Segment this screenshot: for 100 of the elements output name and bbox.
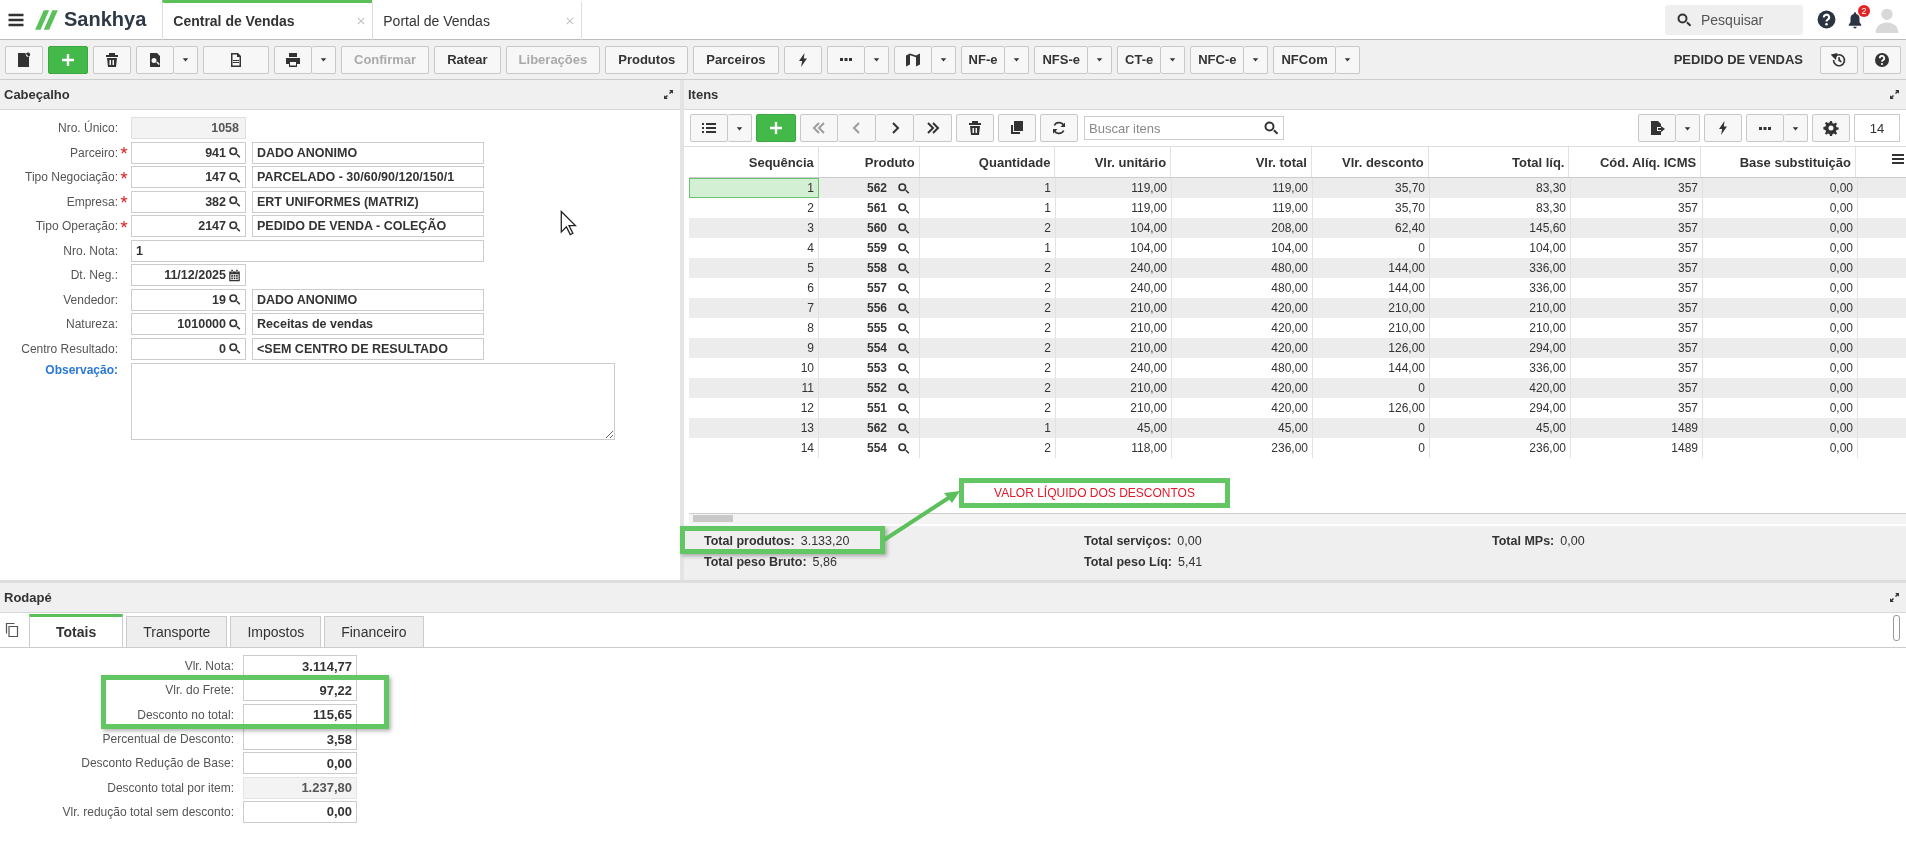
search-icon[interactable] (897, 181, 911, 195)
observation-field[interactable] (131, 363, 615, 440)
document-button[interactable]: NFC-e (1190, 45, 1245, 74)
table-cell[interactable]: 9 (689, 338, 819, 358)
more-button[interactable] (1746, 114, 1784, 142)
expand-icon[interactable] (1889, 592, 1900, 603)
expand-icon[interactable] (1889, 89, 1900, 100)
code-field[interactable]: 147 (131, 166, 246, 189)
search-field[interactable]: Buscar itens (1084, 116, 1284, 140)
tab[interactable]: Financeiro (324, 616, 424, 647)
table-cell[interactable]: 7 (689, 298, 819, 318)
column-menu-icon[interactable] (1890, 151, 1906, 167)
search-icon[interactable] (228, 146, 241, 160)
search-icon[interactable] (228, 342, 241, 356)
table-cell[interactable]: 3 (689, 218, 819, 238)
table-cell[interactable]: 11 (689, 378, 819, 398)
column-header[interactable]: Cód. Alíq. ICMS (1569, 147, 1702, 177)
code-field[interactable]: 1010000 (131, 313, 246, 336)
export-button[interactable] (1638, 114, 1676, 142)
search-icon[interactable] (897, 321, 911, 335)
scrollbar[interactable] (689, 513, 1906, 524)
input-field[interactable]: 1 (131, 239, 484, 262)
search-icon[interactable] (1263, 120, 1279, 136)
search-icon[interactable] (897, 201, 911, 215)
scrollbar[interactable] (1893, 615, 1900, 641)
value-field[interactable]: 0,00 (243, 752, 357, 775)
description-field[interactable]: PEDIDO DE VENDA - COLEÇÃO (252, 215, 484, 238)
document-button[interactable]: NFS-e (1034, 45, 1089, 74)
search-icon[interactable] (897, 341, 911, 355)
calendar-icon[interactable] (228, 268, 241, 282)
page-size-field[interactable]: 14 (1854, 114, 1900, 142)
search-icon[interactable] (897, 261, 911, 275)
column-header[interactable]: Base substituição (1701, 147, 1856, 177)
value-field[interactable]: 0,00 (243, 800, 357, 823)
column-header[interactable]: Quantidade (919, 147, 1056, 177)
add-button[interactable] (48, 45, 88, 74)
column-header[interactable]: Total líq. (1428, 147, 1570, 177)
date-field[interactable]: 11/12/2025 (131, 264, 246, 287)
add-item-button[interactable] (756, 114, 796, 142)
tab[interactable]: Totais (29, 614, 124, 647)
toolbar-button[interactable]: Produtos (605, 45, 689, 74)
bell-icon[interactable] (1846, 10, 1864, 29)
description-field[interactable]: PARCELADO - 30/60/90/120/150/1 (252, 166, 484, 189)
app-tab[interactable]: Portal de Vendas (372, 0, 583, 40)
column-header[interactable]: Vlr. desconto (1311, 147, 1429, 177)
description-field[interactable]: DADO ANONIMO (252, 288, 484, 311)
search-icon[interactable] (897, 281, 911, 295)
search-icon[interactable] (228, 219, 241, 233)
search-icon[interactable] (897, 421, 911, 435)
code-field[interactable]: 19 (131, 288, 246, 311)
value-field[interactable]: 3.114,77 (243, 655, 357, 678)
value-field[interactable]: 115,65 (243, 703, 357, 726)
value-field[interactable]: 3,58 (243, 728, 357, 751)
toolbar-button[interactable]: Ratear (434, 45, 501, 74)
help-icon[interactable] (1817, 10, 1836, 29)
preview-button[interactable] (136, 45, 174, 74)
column-header[interactable]: Sequência (689, 147, 819, 177)
document-button[interactable]: NF-e (960, 45, 1006, 74)
next-button[interactable] (876, 114, 914, 142)
search-icon[interactable] (897, 301, 911, 315)
search-icon[interactable] (228, 317, 241, 331)
refresh-button[interactable] (1040, 114, 1078, 142)
column-header[interactable]: Vlr. total (1171, 147, 1312, 177)
search-icon[interactable] (897, 221, 911, 235)
tab[interactable]: Transporte (126, 616, 228, 647)
delete-button[interactable] (93, 45, 131, 74)
code-field[interactable]: 382 (131, 190, 246, 213)
expand-icon[interactable] (663, 89, 674, 100)
search-icon[interactable] (897, 401, 911, 415)
search-icon[interactable] (897, 441, 911, 455)
map-button[interactable] (893, 45, 932, 74)
description-field[interactable]: Receitas de vendas (252, 313, 484, 336)
column-header[interactable]: Produto (818, 147, 920, 177)
document-button[interactable]: NFCom (1273, 45, 1336, 74)
print-button[interactable] (274, 45, 312, 74)
search-icon[interactable] (897, 361, 911, 375)
value-field[interactable]: 97,22 (243, 679, 357, 702)
code-field[interactable]: 0 (131, 337, 246, 360)
column-header[interactable]: Vlr. unitário (1055, 147, 1172, 177)
new-document-button[interactable] (5, 45, 43, 74)
settings-button[interactable] (1812, 114, 1850, 142)
list-view-button[interactable] (690, 114, 728, 142)
search-icon[interactable] (228, 170, 241, 184)
table-cell[interactable]: 1 (689, 178, 819, 198)
search-field[interactable]: Pesquisar (1665, 4, 1803, 35)
more-button[interactable] (826, 45, 865, 74)
delete-button[interactable] (956, 114, 994, 142)
code-field[interactable]: 2147 (131, 215, 246, 238)
search-icon[interactable] (228, 195, 241, 209)
code-field[interactable]: 941 (131, 141, 246, 164)
search-icon[interactable] (897, 381, 911, 395)
description-field[interactable]: <SEM CENTRO DE RESULTADO (252, 337, 484, 360)
history-button[interactable] (1820, 45, 1858, 74)
copy-icon[interactable] (4, 622, 20, 638)
toolbar-button[interactable]: Parceiros (693, 45, 779, 74)
document-button[interactable]: CT-e (1117, 45, 1162, 74)
search-icon[interactable] (228, 293, 241, 307)
lightning-button[interactable] (1704, 114, 1742, 142)
copy-button[interactable] (998, 114, 1036, 142)
table-cell[interactable]: 5 (689, 258, 819, 278)
